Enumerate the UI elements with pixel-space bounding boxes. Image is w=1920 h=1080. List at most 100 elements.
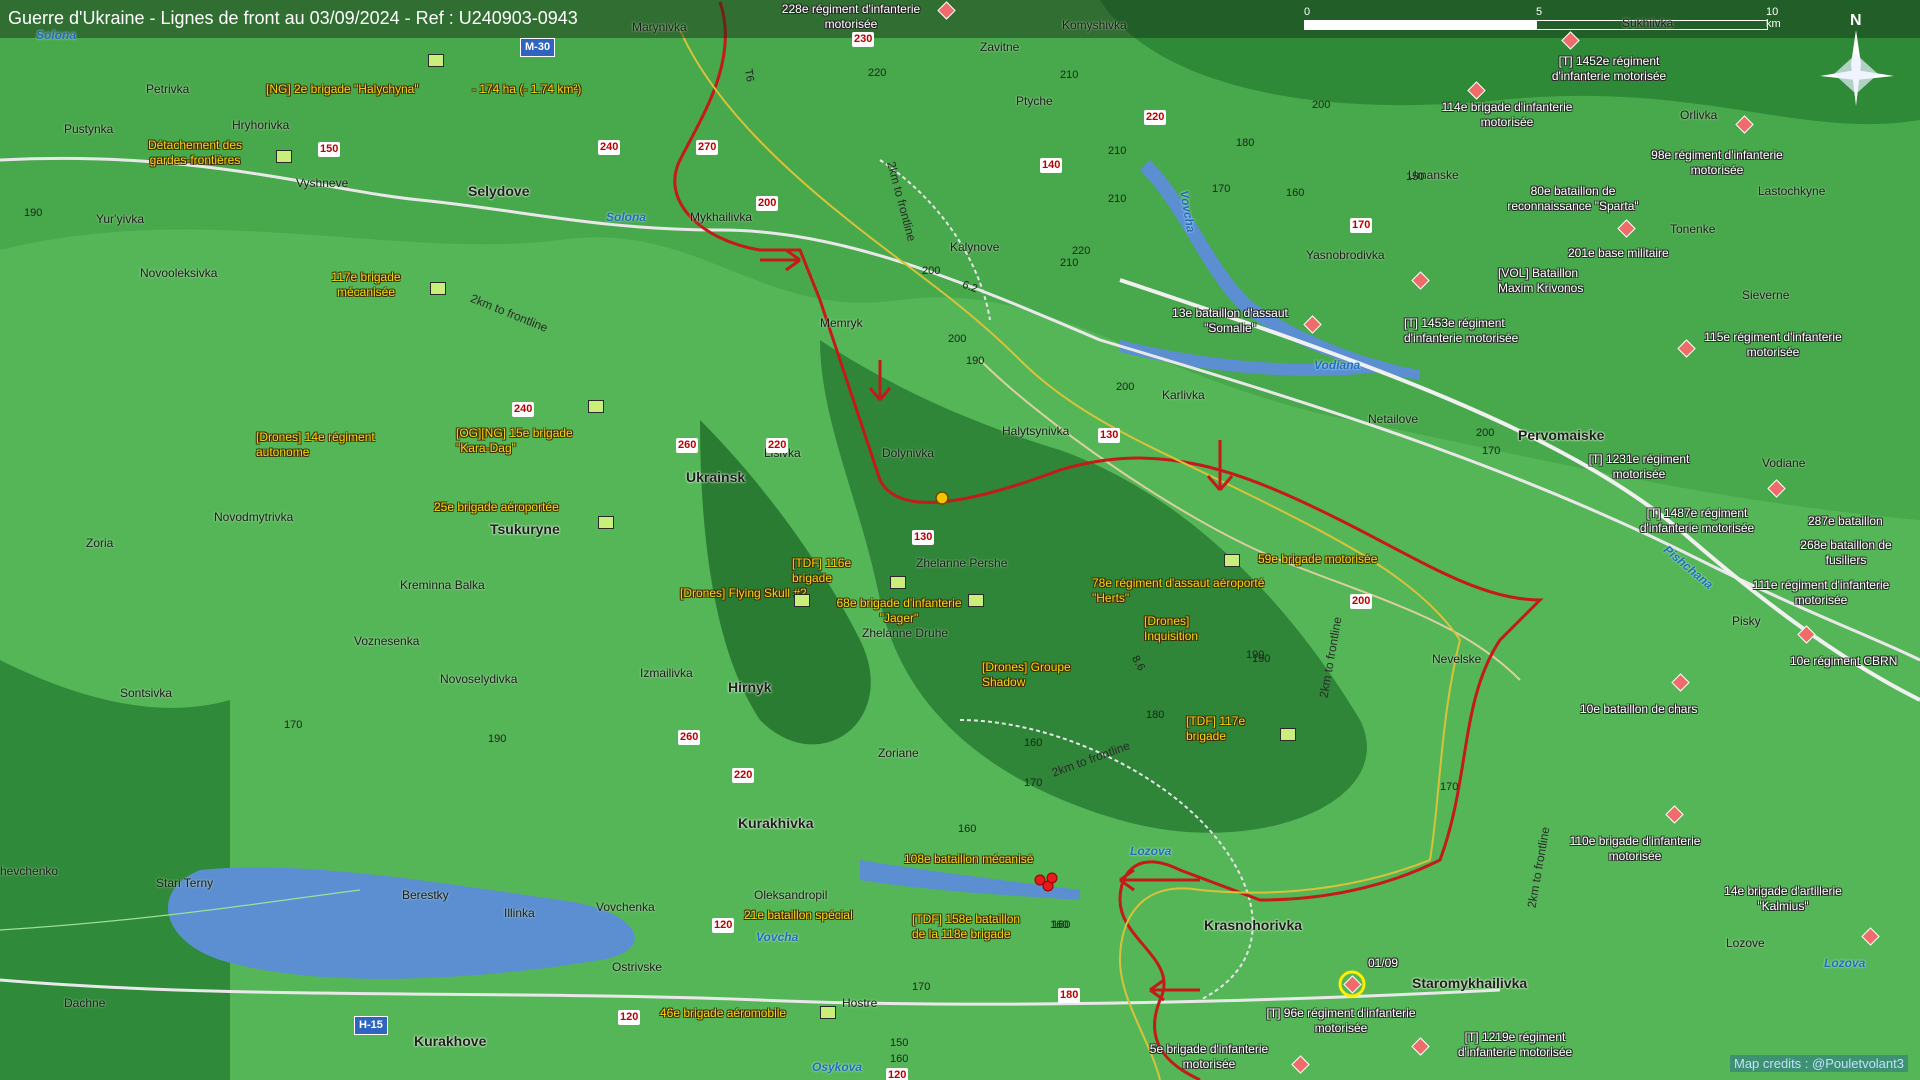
village-label: Sukhiivka <box>1622 16 1674 30</box>
road-number: 260 <box>676 438 699 453</box>
ua-unit-label: 68e brigade d'infanterie "Jager" <box>836 596 962 625</box>
ua-unit-symbol-icon[interactable] <box>598 516 614 529</box>
village-label: Orlivka <box>1680 108 1718 122</box>
village-label: Hostre <box>842 996 878 1010</box>
ua-unit-label: 46e brigade aéromobile <box>660 1006 787 1020</box>
village-label: Petrivka <box>146 82 190 96</box>
area-note: - 174 ha (- 1.74 km²) <box>472 82 582 96</box>
ua-unit-label: 117e brigade mécanisée <box>331 270 401 299</box>
ru-unit-label: [T] 1219e régiment d'infanterie motorisé… <box>1457 1030 1573 1059</box>
ua-unit-symbol-icon[interactable] <box>794 594 810 607</box>
village-label: Lastochkyne <box>1758 184 1826 198</box>
village-label: Novooleksivka <box>140 266 218 280</box>
elevation-label: 160 <box>890 1053 909 1065</box>
ua-unit-label: [TDF] 117e brigade <box>1186 714 1246 743</box>
river-label: Vodiana <box>1314 358 1361 372</box>
map-title: Guerre d'Ukraine - Lignes de front au 03… <box>8 8 578 28</box>
ua-unit-symbol-icon[interactable] <box>430 282 446 295</box>
village-label: Hryhorivka <box>232 118 290 132</box>
scale-bar: 0 5 10 km <box>1304 6 1781 30</box>
elevation-label: 200 <box>1312 99 1331 111</box>
ua-unit-symbol-icon[interactable] <box>588 400 604 413</box>
ua-unit-symbol-icon[interactable] <box>1280 728 1296 741</box>
village-label: Komyshivka <box>1062 18 1127 32</box>
river-label: Solona <box>606 210 647 224</box>
village-label: Zhelanne Druhe <box>862 626 949 640</box>
road-number: 240 <box>598 140 621 155</box>
elevation-label: 150 <box>1406 171 1425 183</box>
map-credits: Map credits : @Pouletvolant3 <box>1729 1055 1908 1072</box>
road-number: 130 <box>912 530 935 545</box>
elevation-label: 190 <box>24 207 43 219</box>
road-number: 220 <box>732 768 755 783</box>
village-label: hevchenko <box>0 864 59 878</box>
ua-unit-symbol-icon[interactable] <box>820 1006 836 1019</box>
elevation-label: 160 <box>1286 187 1305 199</box>
ru-unit-label: [T] 1453e régiment d'infanterie motorisé… <box>1404 316 1519 345</box>
ru-unit-label: 228e régiment d'infanterie motorisée <box>781 2 921 31</box>
river-label: Lozova <box>1130 844 1172 858</box>
town-label: Pervomaiske <box>1518 427 1605 443</box>
ua-unit-label: [TDF] 116e brigade <box>792 556 852 585</box>
road-number: 240 <box>512 402 535 417</box>
elevation-label: 200 <box>1116 381 1135 393</box>
ru-unit-label: 98e régiment d'infanterie motorisée <box>1651 148 1783 177</box>
village-label: Nevelske <box>1432 652 1482 666</box>
village-label: Sontsivka <box>120 686 173 700</box>
ua-unit-symbol-icon[interactable] <box>890 576 906 589</box>
ru-unit-label: 5e brigade d'infanterie motorisée <box>1149 1042 1269 1071</box>
road-number: 220 <box>766 438 789 453</box>
scale-tick-10: 10 km <box>1766 6 1781 30</box>
river-label: Solona <box>36 28 77 42</box>
village-label: Novoselydivka <box>440 672 518 686</box>
elevation-label: 170 <box>284 719 303 731</box>
ru-unit-label: 80e bataillon de reconnaissance "Sparta" <box>1507 184 1639 213</box>
elevation-label: 170 <box>1440 781 1459 793</box>
ua-unit-symbol-icon[interactable] <box>968 594 984 607</box>
scale-tick-0: 0 <box>1304 6 1311 18</box>
village-label: Halytsynivka <box>1002 424 1070 438</box>
village-label: Zoriane <box>878 746 919 760</box>
village-label: Zhelanne Pershe <box>916 556 1008 570</box>
elevation-label: 170 <box>1212 183 1231 195</box>
road-number: 220 <box>1144 110 1167 125</box>
ua-unit-symbol-icon[interactable] <box>1224 554 1240 567</box>
ua-unit-label: [OG][NG] 15e brigade "Kara-Dag" <box>456 426 573 455</box>
elevation-label: 220 <box>1072 245 1091 257</box>
ru-unit-label: [T] 1231e régiment motorisée <box>1588 452 1690 481</box>
village-label: Kreminna Balka <box>400 578 485 592</box>
elevation-label: 210 <box>1108 193 1127 205</box>
village-label: Voznesenka <box>354 634 420 648</box>
road-number: 130 <box>1098 428 1121 443</box>
ru-unit-label: 10e bataillon de chars <box>1580 702 1698 716</box>
village-label: Dachne <box>64 996 106 1010</box>
village-label: Vodiane <box>1762 456 1806 470</box>
ua-unit-label: 78e régiment d'assaut aéroporté "Herts" <box>1092 576 1265 605</box>
ua-unit-label: [TDF] 158e bataillon de la 118e brigade <box>912 912 1021 941</box>
road-number: 200 <box>756 196 779 211</box>
ru-unit-label: 287e bataillon <box>1808 514 1883 528</box>
ru-unit-label: [VOL] Bataillon Maxim Krivonos <box>1498 266 1584 295</box>
compass-rose: N <box>1808 12 1904 110</box>
town-label: Ukrainsk <box>686 469 746 485</box>
ru-unit-label: [T] 1487e régiment d'infanterie motorisé… <box>1639 506 1755 535</box>
road-number: 120 <box>886 1068 909 1080</box>
village-label: Zoria <box>86 536 114 550</box>
river-label: Lozova <box>1824 956 1866 970</box>
village-label: Karlivka <box>1162 388 1205 402</box>
elevation-label: 170 <box>1482 445 1501 457</box>
village-label: Stari Terny <box>156 876 214 890</box>
village-label: Izmailivka <box>640 666 693 680</box>
road-number: 140 <box>1040 158 1063 173</box>
ua-unit-symbol-icon[interactable] <box>276 150 292 163</box>
road-number: 170 <box>1350 218 1373 233</box>
town-label: Kurakhivka <box>738 815 814 831</box>
ua-unit-label: [Drones] Flying Skull #2 <box>680 586 807 600</box>
river-label: Osykova <box>812 1060 863 1074</box>
scale-tick-5: 5 <box>1536 6 1543 18</box>
ua-unit-symbol-icon[interactable] <box>428 54 444 67</box>
village-label: Pisky <box>1732 614 1761 628</box>
map-canvas[interactable]: Guerre d'Ukraine - Lignes de front au 03… <box>0 0 1920 1080</box>
village-label: Dolynivka <box>882 446 935 460</box>
ru-unit-label: 111e régiment d'infanterie motorisée <box>1752 578 1890 607</box>
